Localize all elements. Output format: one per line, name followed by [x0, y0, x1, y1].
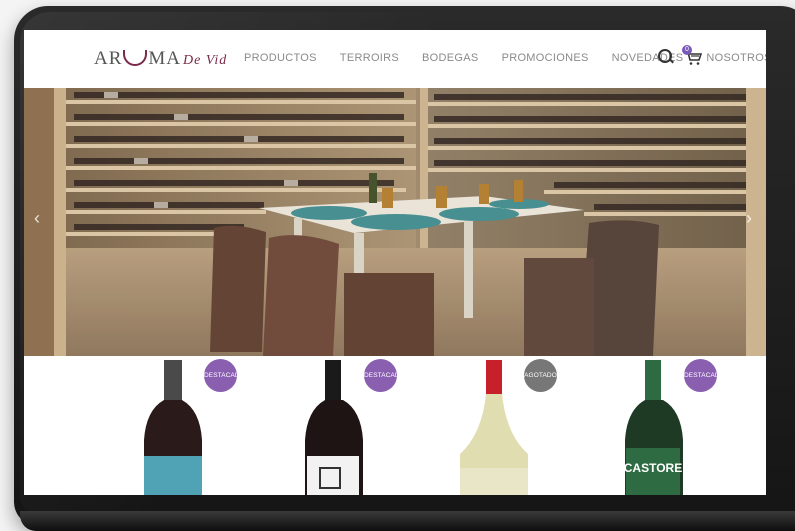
- cart-count-badge: 0: [682, 45, 692, 55]
- nav-productos[interactable]: PRODUCTOS: [244, 52, 317, 64]
- wine-bottle-image: CASTORE: [624, 360, 683, 495]
- laptop-base: [20, 511, 795, 531]
- wine-bottle-image: [460, 360, 528, 495]
- product-badge: DESTACADO: [684, 359, 717, 392]
- bottle-label-text: CASTORE: [624, 461, 682, 475]
- product-strip: DESTACADO DESTACADO AGOTADO: [24, 356, 766, 495]
- logo-glass-icon: [123, 50, 148, 66]
- product-badge: DESTACADO: [204, 359, 237, 392]
- wine-bottle-image: [305, 360, 363, 495]
- nav-promociones[interactable]: PROMOCIONES: [502, 52, 589, 64]
- site-logo[interactable]: AR MA De Vid: [94, 48, 227, 70]
- site-header: AR MA De Vid PRODUCTOS TERROIRS BODEGAS PR…: [24, 30, 766, 89]
- logo-text-start: AR: [94, 48, 123, 69]
- wine-bottle-image: [144, 360, 202, 495]
- hero-image: [24, 88, 766, 356]
- carousel-next-button[interactable]: ›: [746, 208, 752, 229]
- logo-script: De Vid: [183, 53, 228, 68]
- hero-carousel: ‹ ›: [24, 88, 766, 356]
- product-card[interactable]: DESTACADO: [244, 356, 424, 495]
- nav-nosotros[interactable]: NOSOTROS: [706, 52, 766, 64]
- product-card[interactable]: CASTORE DESTACADO: [564, 356, 744, 495]
- product-badge: AGOTADO: [524, 359, 557, 392]
- product-card[interactable]: AGOTADO: [404, 356, 584, 495]
- search-icon[interactable]: [658, 49, 672, 63]
- logo-text-end: MA: [148, 48, 182, 69]
- carousel-prev-button[interactable]: ‹: [34, 208, 40, 229]
- product-card[interactable]: DESTACADO: [84, 356, 264, 495]
- nav-terroirs[interactable]: TERROIRS: [340, 52, 399, 64]
- laptop-screen: AR MA De Vid PRODUCTOS TERROIRS BODEGAS PR…: [24, 30, 766, 495]
- product-badge: DESTACADO: [364, 359, 397, 392]
- nav-bodegas[interactable]: BODEGAS: [422, 52, 479, 64]
